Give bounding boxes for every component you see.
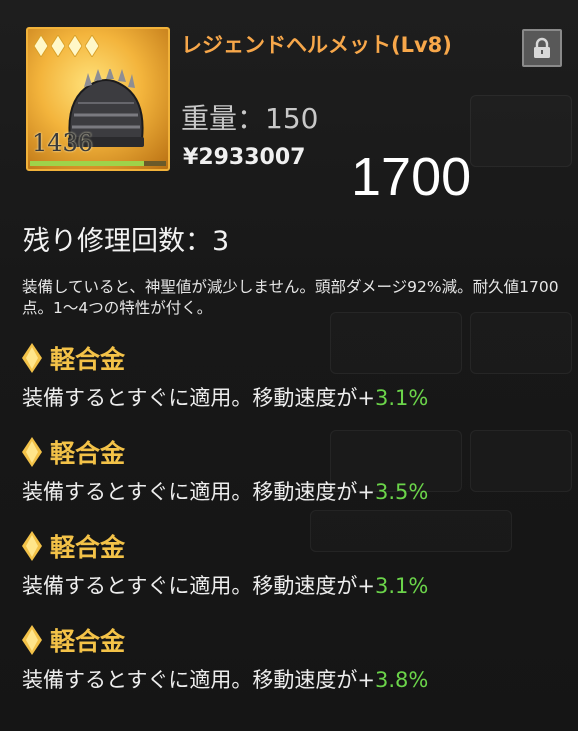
item-icon-frame[interactable]: 1436 [26, 27, 170, 171]
trait-diamond-icon [22, 625, 42, 655]
weight-value: 150 [265, 102, 319, 135]
trait-effect-text: 装備するとすぐに適用。移動速度が [22, 480, 358, 504]
durability-number: 1436 [32, 129, 94, 157]
trait-value: 3.1% [374, 574, 429, 598]
trait-name: 軽合金 [50, 439, 126, 468]
trait-effect: 装備するとすぐに適用。移動速度が+3.8% [22, 664, 562, 694]
repair-label: 残り修理回数： [23, 226, 212, 257]
trait-effect-text: 装備するとすぐに適用。移動速度が [22, 386, 358, 410]
trait-effect: 装備するとすぐに適用。移動速度が+3.1% [22, 570, 562, 600]
trait-value: 3.1% [374, 386, 429, 410]
trait-effect: 装備するとすぐに適用。移動速度が+3.1% [22, 382, 562, 412]
repair-count: 3 [212, 226, 230, 257]
trait-diamond-icon [22, 531, 42, 561]
trait-value: 3.5% [374, 480, 429, 504]
durability-bar-fill [30, 161, 145, 166]
trait-name: 軽合金 [50, 345, 126, 374]
trait-effect-text: 装備するとすぐに適用。移動速度が [22, 574, 358, 598]
lock-icon [534, 37, 550, 58]
trait-name: 軽合金 [50, 627, 126, 656]
background-slot [470, 95, 572, 167]
rarity-stars [34, 35, 99, 57]
trait-name: 軽合金 [50, 533, 126, 562]
trait-plus: + [357, 480, 375, 504]
item-name: レジェンドヘルメット(Lv8) [181, 33, 452, 57]
weight-label: 重量： [181, 102, 266, 135]
trait-diamond-icon [22, 437, 42, 467]
trait-entry: 軽合金 装備するとすぐに適用。移動速度が+3.1% [22, 528, 562, 600]
weight-row: 重量：150 [181, 97, 318, 137]
trait-plus: + [357, 574, 375, 598]
lock-button[interactable] [522, 29, 562, 67]
price-value: 2933007 [198, 145, 306, 170]
trait-plus: + [357, 668, 375, 692]
price-row: ¥2933007 [183, 145, 305, 170]
trait-entry: 軽合金 装備するとすぐに適用。移動速度が+3.1% [22, 340, 562, 412]
item-tooltip-panel: 1436 レジェンドヘルメット(Lv8) 重量：150 ¥2933007 170… [0, 0, 578, 731]
trait-effect: 装備するとすぐに適用。移動速度が+3.5% [22, 476, 562, 506]
trait-entry: 軽合金 装備するとすぐに適用。移動速度が+3.5% [22, 434, 562, 506]
trait-diamond-icon [22, 343, 42, 373]
currency-symbol: ¥ [183, 145, 199, 170]
rarity-diamond-icon [85, 35, 99, 57]
item-description: 装備していると、神聖値が減少しません。頭部ダメージ92%減。耐久値1700点。1… [22, 278, 559, 317]
rarity-diamond-icon [51, 35, 65, 57]
trait-plus: + [357, 386, 375, 410]
trait-effect-text: 装備するとすぐに適用。移動速度が [22, 668, 358, 692]
durability-bar [30, 161, 166, 166]
repair-count-row: 残り修理回数：3 [23, 219, 229, 258]
overlay-number: 1700 [351, 147, 472, 207]
trait-entry: 軽合金 装備するとすぐに適用。移動速度が+3.8% [22, 622, 562, 694]
rarity-diamond-icon [68, 35, 82, 57]
rarity-diamond-icon [34, 35, 48, 57]
trait-value: 3.8% [374, 668, 429, 692]
